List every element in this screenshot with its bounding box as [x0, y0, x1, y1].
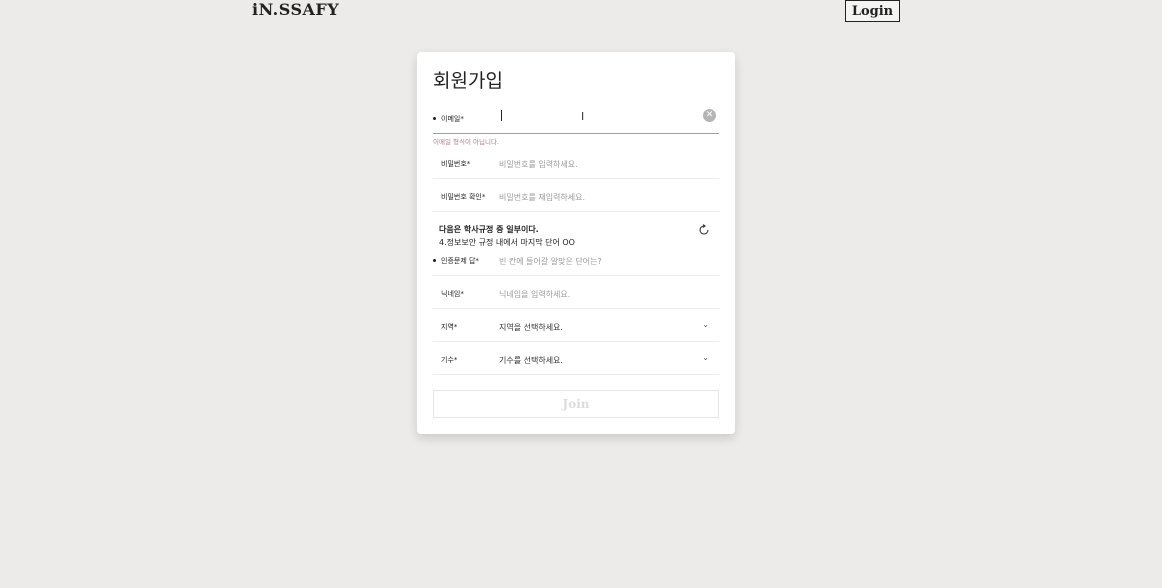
refresh-icon[interactable]: [698, 224, 710, 236]
quiz-answer-row: 인증문제 답*: [433, 249, 719, 276]
nickname-row: 닉네임*: [433, 282, 719, 309]
logo[interactable]: iN.SSAFY: [252, 0, 339, 19]
signup-card: 회원가입 이메일* I ✕ 이메일 형식이 아닙니다. 비밀번호* 비밀번호 확…: [417, 52, 735, 434]
required-dot: [433, 117, 436, 120]
quiz-answer-field[interactable]: [499, 253, 695, 269]
login-button[interactable]: Login: [845, 0, 900, 22]
generation-value: 기수를 선택하세요.: [499, 356, 563, 365]
required-dot: [433, 259, 436, 262]
region-label: 지역*: [441, 323, 458, 331]
region-select[interactable]: 지역* 지역을 선택하세요. ⌄: [433, 315, 719, 342]
quiz-answer-label: 인증문제 답*: [441, 257, 479, 265]
email-label: 이메일*: [441, 115, 464, 123]
page-title: 회원가입: [433, 70, 503, 92]
password-confirm-field[interactable]: [499, 189, 695, 205]
generation-select[interactable]: 기수* 기수를 선택하세요. ⌄: [433, 348, 719, 375]
generation-label: 기수*: [441, 356, 458, 364]
email-row: 이메일* I ✕: [433, 107, 719, 134]
password-confirm-label: 비밀번호 확인*: [441, 193, 486, 201]
password-field[interactable]: [499, 156, 695, 172]
join-button[interactable]: Join: [433, 390, 719, 418]
text-cursor-icon: I: [581, 110, 585, 123]
chevron-down-icon: ⌄: [702, 353, 709, 362]
password-row: 비밀번호*: [433, 152, 719, 179]
password-confirm-row: 비밀번호 확인*: [433, 185, 719, 212]
quiz-question: 4.정보보안 규정 내에서 마지막 단어 OO: [439, 238, 575, 247]
email-field[interactable]: [499, 111, 695, 127]
quiz-title: 다음은 학사규정 중 일부이다.: [439, 225, 539, 234]
text-caret: [501, 110, 502, 121]
nickname-field[interactable]: [499, 286, 695, 302]
chevron-down-icon: ⌄: [702, 320, 709, 329]
nickname-label: 닉네임*: [441, 290, 464, 298]
password-label: 비밀번호*: [441, 160, 471, 168]
email-error: 이메일 형식이 아닙니다.: [433, 138, 499, 146]
region-value: 지역을 선택하세요.: [499, 323, 563, 332]
clear-icon[interactable]: ✕: [703, 109, 716, 122]
